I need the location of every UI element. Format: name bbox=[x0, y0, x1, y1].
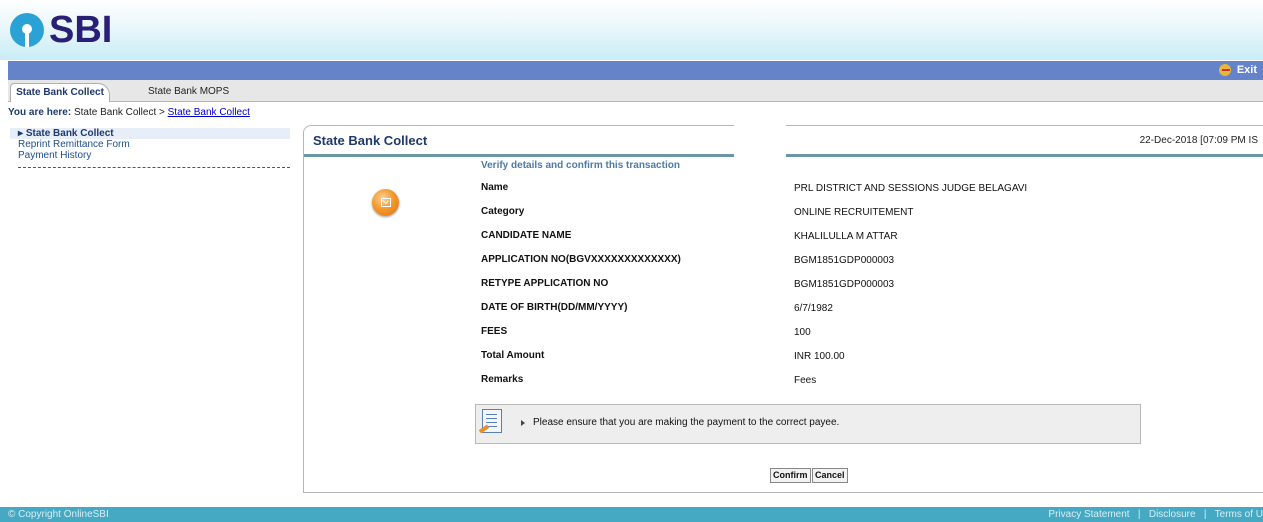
nav-item-state-bank-collect[interactable]: ▸ State Bank Collect bbox=[10, 128, 290, 139]
exit-label: Exit bbox=[1236, 64, 1257, 76]
detail-row-date-of-birth: DATE OF BIRTH(DD/MM/YYYY) 6/7/1982 bbox=[481, 298, 1181, 322]
exit-icon bbox=[1218, 64, 1231, 76]
detail-row-name: Name PRL DISTRICT AND SESSIONS JUDGE BELA… bbox=[481, 178, 1181, 202]
field-label: Total Amount bbox=[481, 350, 545, 361]
nav-divider bbox=[18, 167, 290, 168]
field-value: 100 bbox=[794, 327, 811, 338]
detail-row-remarks: Remarks Fees bbox=[481, 370, 1181, 394]
logo-text: SBI bbox=[49, 9, 113, 51]
details-table: Name PRL DISTRICT AND SESSIONS JUDGE BELA… bbox=[481, 178, 1181, 394]
tab-bar: State Bank Collect State Bank MOPS bbox=[8, 80, 1263, 102]
note-pencil-icon bbox=[478, 409, 502, 434]
footer-separator: | bbox=[1132, 509, 1147, 520]
notice-text: Please ensure that you are making the pa… bbox=[533, 417, 840, 428]
nav-item-reprint-remittance-form[interactable]: Reprint Remittance Form bbox=[18, 139, 290, 150]
panel-header: State Bank Collect 22-Dec-2018 [07:09 PM… bbox=[304, 125, 1263, 157]
field-value: BGM1851GDP000003 bbox=[794, 255, 895, 266]
breadcrumb-prefix: You are here: bbox=[8, 107, 72, 118]
field-label: Name bbox=[481, 182, 509, 193]
confirm-button[interactable]: Confirm bbox=[770, 468, 811, 483]
field-value: INR 100.00 bbox=[794, 351, 845, 362]
footer-separator: | bbox=[1198, 509, 1213, 520]
field-value: BGM1851GDP000003 bbox=[794, 279, 895, 290]
field-label: Category bbox=[481, 206, 525, 217]
detail-row-application-no: APPLICATION NO(BGVXXXXXXXXXXXXX) BGM1851G… bbox=[481, 250, 1181, 274]
left-nav: ▸ State Bank Collect Reprint Remittance … bbox=[10, 128, 290, 168]
field-label: RETYPE APPLICATION NO bbox=[481, 278, 609, 289]
field-label: DATE OF BIRTH(DD/MM/YYYY) bbox=[481, 302, 628, 313]
cancel-button[interactable]: Cancel bbox=[812, 468, 848, 483]
nav-item-label: State Bank Collect bbox=[25, 128, 114, 139]
field-label: APPLICATION NO(BGVXXXXXXXXXXXXX) bbox=[481, 254, 681, 265]
footer-link-privacy[interactable]: Privacy Statement bbox=[1048, 509, 1129, 520]
bullet-arrow-icon bbox=[521, 420, 525, 426]
sbi-logo[interactable]: SBI bbox=[10, 9, 113, 51]
footer-link-terms[interactable]: Terms of U bbox=[1215, 509, 1263, 520]
payee-notice: Please ensure that you are making the pa… bbox=[475, 404, 1141, 444]
detail-row-retype-application-no: RETYPE APPLICATION NO BGM1851GDP000003 bbox=[481, 274, 1181, 298]
header: SBI bbox=[0, 0, 1263, 60]
top-nav-bar: Exit bbox=[8, 61, 1263, 80]
sbi-keyhole-icon bbox=[10, 13, 44, 47]
detail-row-category: Category ONLINE RECRUITEMENT bbox=[481, 202, 1181, 226]
nav-item-payment-history[interactable]: Payment History bbox=[18, 150, 290, 161]
field-label: CANDIDATE NAME bbox=[481, 230, 572, 241]
detail-row-fees: FEES 100 bbox=[481, 322, 1181, 346]
field-value: KHALILULLA M ATTAR bbox=[794, 231, 898, 242]
field-label: Remarks bbox=[481, 374, 524, 385]
panel-datetime: 22-Dec-2018 [07:09 PM IS bbox=[1139, 135, 1258, 146]
breadcrumb: You are here: State Bank Collect > State… bbox=[8, 107, 250, 118]
tab-state-bank-mops[interactable]: State Bank MOPS bbox=[136, 83, 241, 101]
field-value: Fees bbox=[794, 375, 817, 386]
panel-header-notch bbox=[734, 125, 786, 157]
breadcrumb-link[interactable]: State Bank Collect bbox=[168, 107, 250, 118]
main-panel: State Bank Collect 22-Dec-2018 [07:09 PM… bbox=[303, 125, 1263, 493]
verify-heading: Verify details and confirm this transact… bbox=[481, 160, 680, 171]
footer-link-disclosure[interactable]: Disclosure bbox=[1149, 509, 1196, 520]
breadcrumb-path: State Bank Collect > bbox=[73, 107, 165, 118]
field-value: 6/7/1982 bbox=[794, 303, 833, 314]
confirm-badge-icon bbox=[372, 189, 399, 216]
exit-button[interactable]: Exit bbox=[1218, 64, 1257, 76]
detail-row-total-amount: Total Amount INR 100.00 bbox=[481, 346, 1181, 370]
tab-state-bank-collect[interactable]: State Bank Collect bbox=[10, 83, 110, 102]
detail-row-candidate-name: CANDIDATE NAME KHALILULLA M ATTAR bbox=[481, 226, 1181, 250]
footer-links: Privacy Statement | Disclosure | Terms o… bbox=[1048, 507, 1263, 522]
field-value: ONLINE RECRUITEMENT bbox=[794, 207, 914, 218]
copyright: © Copyright OnlineSBI bbox=[8, 509, 109, 520]
field-label: FEES bbox=[481, 326, 508, 337]
panel-title: State Bank Collect bbox=[313, 133, 428, 148]
footer: © Copyright OnlineSBI Privacy Statement … bbox=[0, 507, 1263, 522]
field-value: PRL DISTRICT AND SESSIONS JUDGE BELAGAVI bbox=[794, 183, 1028, 194]
